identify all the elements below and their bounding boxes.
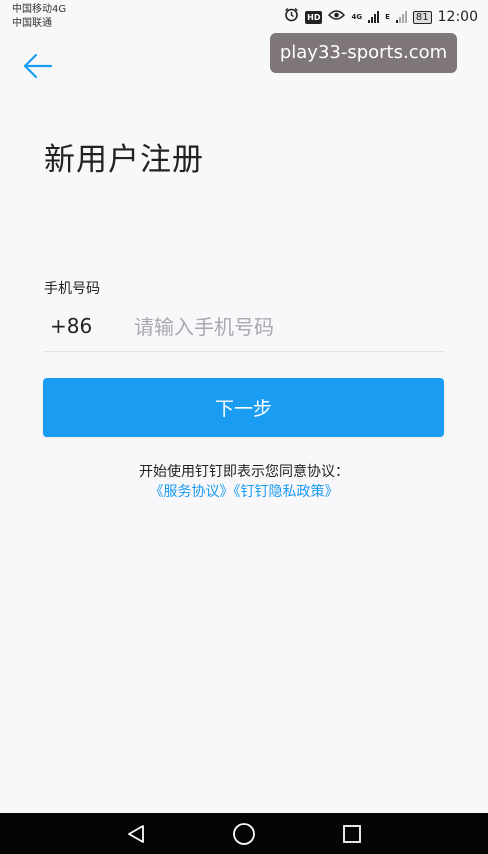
back-button[interactable]	[20, 48, 56, 84]
alarm-icon	[284, 7, 299, 27]
country-code[interactable]: +86	[50, 314, 92, 338]
network-e: E	[385, 12, 390, 21]
navigation-bar	[0, 813, 488, 854]
next-button[interactable]: 下一步	[43, 378, 444, 437]
back-triangle-icon	[128, 824, 144, 843]
arrow-left-icon	[23, 53, 53, 79]
home-circle-icon	[233, 822, 255, 845]
hd-icon: HD	[305, 10, 323, 24]
signal-weak-icon	[395, 11, 407, 23]
nav-back-button[interactable]	[106, 813, 166, 854]
nav-recents-button[interactable]	[322, 813, 382, 854]
phone-label: 手机号码	[44, 281, 100, 297]
signal-icon	[368, 11, 380, 23]
status-bar: 中国移动4G 中国联通 HD 4G E 81 12:00	[0, 0, 488, 34]
agreement-links: 《服务协议》《钉钉隐私政策》	[0, 482, 488, 502]
watermark-label: play33-sports.com	[270, 33, 457, 73]
battery-icon: 81	[412, 10, 432, 24]
recents-square-icon	[343, 824, 361, 843]
network-e-label: E	[385, 12, 390, 21]
carrier-info: 中国移动4G 中国联通	[12, 3, 66, 31]
network-4g-label: 4G	[351, 12, 363, 21]
clock: 12:00	[437, 9, 478, 25]
status-icons: HD 4G E 81 12:00	[284, 7, 478, 27]
nav-home-button[interactable]	[214, 813, 274, 854]
carrier-2: 中国联通	[12, 18, 52, 29]
phone-row: +86	[44, 305, 444, 352]
service-agreement-link[interactable]: 《服务协议》	[150, 484, 234, 500]
carrier-1: 中国移动4G	[12, 4, 67, 15]
network-type: 4G	[351, 12, 363, 21]
agreement: 开始使用钉钉即表示您同意协议： 《服务协议》《钉钉隐私政策》	[0, 462, 488, 502]
page-title: 新用户注册	[44, 142, 204, 178]
phone-input[interactable]	[134, 310, 434, 344]
agreement-text: 开始使用钉钉即表示您同意协议：	[139, 464, 349, 480]
privacy-policy-link[interactable]: 《钉钉隐私政策》	[234, 484, 339, 500]
eye-comfort-icon	[328, 9, 346, 26]
